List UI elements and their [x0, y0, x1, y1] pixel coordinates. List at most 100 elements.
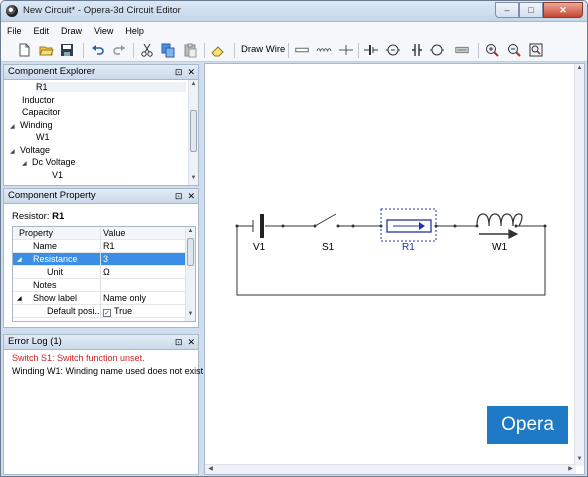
opera-app-icon[interactable] — [6, 5, 18, 17]
property-row-notes[interactable]: Notes — [13, 279, 187, 292]
tree-item-label: Inductor — [22, 95, 55, 105]
error-log-line[interactable]: Winding W1: Winding name used does not e… — [12, 366, 213, 376]
scroll-down-icon[interactable]: ▼ — [186, 311, 195, 320]
close-icon[interactable]: ✕ — [187, 335, 195, 349]
save-icon[interactable] — [59, 42, 75, 58]
property-scrollbar[interactable]: ▲ ▼ — [185, 227, 195, 321]
property-row-unit[interactable]: Unit Ω — [13, 266, 187, 279]
expand-arrow-icon[interactable]: ◢ — [17, 256, 22, 263]
menu-draw[interactable]: Draw — [61, 26, 82, 36]
new-icon[interactable] — [16, 42, 32, 58]
float-icon[interactable]: ⊡ — [175, 335, 183, 349]
redo-icon[interactable] — [111, 42, 127, 58]
circuit-wires — [236, 225, 546, 296]
battery-v1-symbol — [252, 214, 264, 238]
draw-wire-button[interactable]: Draw Wire — [241, 44, 285, 55]
zoom-out-icon[interactable] — [506, 42, 522, 58]
app-window: New Circuit* - Opera-3d Circuit Editor –… — [0, 0, 588, 477]
property-row-resistance[interactable]: ◢ Resistance 3 — [13, 253, 187, 266]
label-v1: V1 — [253, 242, 266, 253]
resistor-icon[interactable] — [293, 42, 311, 58]
scroll-right-icon[interactable]: ▶ — [566, 465, 575, 474]
expand-arrow-icon[interactable]: ◢ — [10, 148, 20, 155]
circuit-canvas[interactable]: V1 S1 R1 W1 Opera ▲ ▼ ◀ ▶ — [204, 63, 585, 475]
tree-item-winding[interactable]: ◢ Winding — [10, 120, 53, 130]
canvas-horizontal-scrollbar[interactable]: ◀ ▶ — [205, 464, 576, 474]
toolbar: Draw Wire — [1, 39, 587, 62]
tree-item-capacitor[interactable]: Capacitor — [22, 107, 61, 117]
tree-item-v1[interactable]: V1 — [52, 170, 63, 180]
junction-icon[interactable] — [338, 42, 354, 58]
property-row-show-label[interactable]: ◢ Show label Name only — [13, 292, 187, 305]
title-bar: New Circuit* - Opera-3d Circuit Editor –… — [1, 1, 587, 22]
scroll-thumb[interactable] — [187, 238, 194, 266]
zoom-fit-icon[interactable] — [528, 42, 544, 58]
property-key: Name — [33, 241, 58, 251]
opera-logo: Opera — [487, 406, 568, 444]
property-row-default-position[interactable]: Default posi... ✓ True — [13, 305, 187, 318]
zoom-in-icon[interactable] — [484, 42, 500, 58]
undo-icon[interactable] — [90, 42, 106, 58]
tree-item-label: Winding — [20, 120, 53, 130]
expand-arrow-icon[interactable]: ◢ — [10, 123, 20, 130]
menu-help[interactable]: Help — [125, 26, 144, 36]
battery-icon[interactable] — [363, 42, 379, 58]
scroll-thumb[interactable] — [190, 110, 197, 152]
float-icon[interactable]: ⊡ — [175, 65, 183, 79]
scroll-up-icon[interactable]: ▲ — [186, 228, 195, 237]
paste-icon[interactable] — [182, 42, 198, 58]
close-icon[interactable]: ✕ — [187, 189, 195, 203]
maximize-button[interactable]: □ — [519, 2, 543, 18]
tree-item-inductor[interactable]: Inductor — [22, 95, 55, 105]
menu-view[interactable]: View — [94, 26, 113, 36]
scroll-up-icon[interactable]: ▲ — [189, 81, 198, 90]
property-row-name[interactable]: Name R1 — [13, 240, 187, 253]
tree-item-dc-voltage[interactable]: ◢ Dc Voltage — [22, 157, 76, 167]
error-log-header: Error Log (1) ⊡ ✕ — [4, 335, 198, 350]
scroll-up-icon[interactable]: ▲ — [575, 65, 584, 74]
error-log-line[interactable]: Switch S1: Switch function unset. — [12, 353, 145, 363]
expand-arrow-icon[interactable]: ◢ — [17, 295, 22, 302]
component-property-title: Component Property — [8, 190, 96, 201]
property-value[interactable]: 3 — [103, 254, 108, 264]
explorer-scrollbar[interactable]: ▲ ▼ — [188, 80, 198, 185]
property-value[interactable]: R1 — [103, 241, 115, 251]
minimize-button[interactable]: – — [495, 2, 519, 18]
expand-arrow-icon[interactable]: ◢ — [22, 160, 32, 167]
property-grid: Property Value Name R1 ◢ Resistance 3 Un… — [12, 226, 196, 322]
tree-item-r1[interactable]: R1 — [36, 82, 186, 92]
scroll-left-icon[interactable]: ◀ — [206, 465, 215, 474]
property-grid-header: Property Value — [13, 227, 187, 240]
tree-item-label: Capacitor — [22, 107, 61, 117]
voltage-source-icon[interactable] — [385, 42, 401, 58]
checkbox-checked-icon[interactable]: ✓ — [103, 309, 111, 317]
float-icon[interactable]: ⊡ — [175, 189, 183, 203]
tree-item-voltage[interactable]: ◢ Voltage — [10, 145, 50, 155]
tree-item-label: W1 — [36, 132, 50, 142]
window-title: New Circuit* - Opera-3d Circuit Editor — [23, 5, 181, 16]
switch-icon[interactable] — [453, 42, 471, 58]
capacitor-icon[interactable] — [409, 42, 425, 58]
inductor-icon[interactable] — [315, 42, 333, 58]
eraser-icon[interactable] — [210, 42, 226, 58]
menu-edit[interactable]: Edit — [34, 26, 50, 36]
property-value: True — [114, 306, 133, 316]
property-value[interactable]: Ω — [103, 267, 110, 277]
property-value[interactable]: Name only — [103, 293, 146, 303]
scroll-down-icon[interactable]: ▼ — [189, 175, 198, 184]
cut-icon[interactable] — [139, 42, 155, 58]
scroll-down-icon[interactable]: ▼ — [575, 456, 584, 465]
current-source-icon[interactable] — [429, 42, 445, 58]
property-key: Unit — [47, 267, 64, 277]
property-value-checkbox[interactable]: ✓ True — [103, 306, 132, 317]
canvas-vertical-scrollbar[interactable]: ▲ ▼ — [574, 64, 584, 466]
component-property-header: Component Property ⊡ ✕ — [4, 189, 198, 204]
label-w1: W1 — [492, 242, 507, 253]
close-button[interactable]: ✕ — [543, 2, 583, 18]
close-icon[interactable]: ✕ — [187, 65, 195, 79]
open-icon[interactable] — [38, 42, 54, 58]
menu-file[interactable]: File — [7, 26, 22, 36]
tree-item-w1[interactable]: W1 — [36, 132, 50, 142]
component-property-panel: Component Property ⊡ ✕ Resistor: R1 Prop… — [3, 188, 199, 328]
copy-icon[interactable] — [160, 42, 176, 58]
